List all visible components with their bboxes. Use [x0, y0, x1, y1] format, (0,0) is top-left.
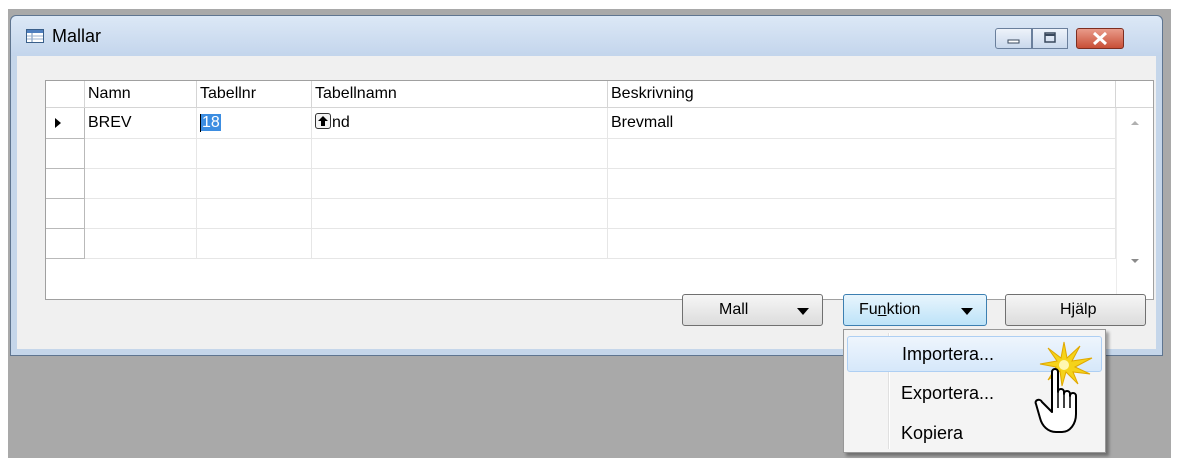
table-cell[interactable]	[312, 229, 608, 259]
table-cell[interactable]	[197, 229, 312, 259]
window-client-area: Namn Tabellnr Tabellnamn Beskrivning BRE…	[17, 56, 1156, 349]
funktion-button-label: Funktion	[859, 301, 921, 318]
table-cell[interactable]	[312, 199, 608, 229]
minimize-button[interactable]	[995, 28, 1032, 49]
row-pointer-icon	[55, 118, 61, 128]
close-button[interactable]	[1076, 28, 1124, 49]
table-cell[interactable]	[608, 139, 1116, 169]
tabellnamn-text: nd	[332, 114, 350, 131]
row-selector[interactable]	[46, 229, 85, 259]
table-cell[interactable]	[197, 199, 312, 229]
dropdown-arrow-icon	[961, 308, 973, 315]
dropdown-arrow-icon	[797, 308, 809, 315]
hjalp-button-label: Hjälp	[1060, 301, 1097, 318]
table-cell[interactable]	[608, 199, 1116, 229]
maximize-icon	[1044, 32, 1056, 43]
header-filler	[1116, 81, 1153, 108]
row-selector[interactable]	[46, 169, 85, 199]
lookup-arrow-icon	[318, 116, 328, 126]
vertical-scrollbar[interactable]	[1116, 108, 1153, 299]
table-cell-tabellnamn[interactable]: nd	[312, 108, 608, 139]
selected-value: 18	[201, 114, 221, 131]
table-icon	[26, 29, 44, 43]
mall-button-label: Mall	[719, 301, 749, 318]
row-selector[interactable]	[46, 199, 85, 229]
table-cell[interactable]	[85, 139, 197, 169]
table-cell[interactable]	[608, 169, 1116, 199]
table-cell[interactable]	[85, 169, 197, 199]
table-cell[interactable]	[197, 169, 312, 199]
close-icon	[1092, 31, 1108, 46]
table-cell[interactable]	[312, 139, 608, 169]
column-header-namn[interactable]: Namn	[85, 81, 197, 108]
hand-cursor-icon	[1034, 341, 1093, 433]
click-burst-icon	[1039, 341, 1093, 387]
table-cell-tabellnr[interactable]: 18	[197, 108, 312, 139]
table-cell[interactable]	[197, 139, 312, 169]
window-title: Mallar	[52, 26, 102, 46]
maximize-button[interactable]	[1032, 28, 1068, 49]
table-cell[interactable]	[312, 169, 608, 199]
minimize-icon	[1007, 39, 1020, 44]
column-header-beskrivning[interactable]: Beskrivning	[608, 81, 1116, 108]
scroll-arrows	[1131, 121, 1139, 263]
lookup-button[interactable]	[315, 113, 331, 129]
mall-button[interactable]: Mall	[682, 294, 823, 326]
mallar-window: Mallar Namn Tabellnr Tabellnamn Beskrivn…	[10, 15, 1163, 356]
hjalp-button[interactable]: Hjälp	[1005, 294, 1146, 326]
table-cell[interactable]	[608, 229, 1116, 259]
templates-table: Namn Tabellnr Tabellnamn Beskrivning BRE…	[45, 80, 1154, 300]
row-selector[interactable]	[46, 139, 85, 169]
table-cell-namn[interactable]: BREV	[85, 108, 197, 139]
funktion-button[interactable]: Funktion	[843, 294, 987, 326]
scroll-down-icon	[1131, 259, 1139, 263]
header-selector	[46, 81, 85, 108]
title-bar[interactable]: Mallar	[11, 16, 1162, 56]
table-cell[interactable]	[85, 199, 197, 229]
scroll-up-icon	[1131, 121, 1139, 125]
table-cell-beskrivning[interactable]: Brevmall	[608, 108, 1116, 139]
table-cell[interactable]	[85, 229, 197, 259]
column-header-tabellnamn[interactable]: Tabellnamn	[312, 81, 608, 108]
column-header-tabellnr[interactable]: Tabellnr	[197, 81, 312, 108]
row-selector[interactable]	[46, 108, 85, 139]
